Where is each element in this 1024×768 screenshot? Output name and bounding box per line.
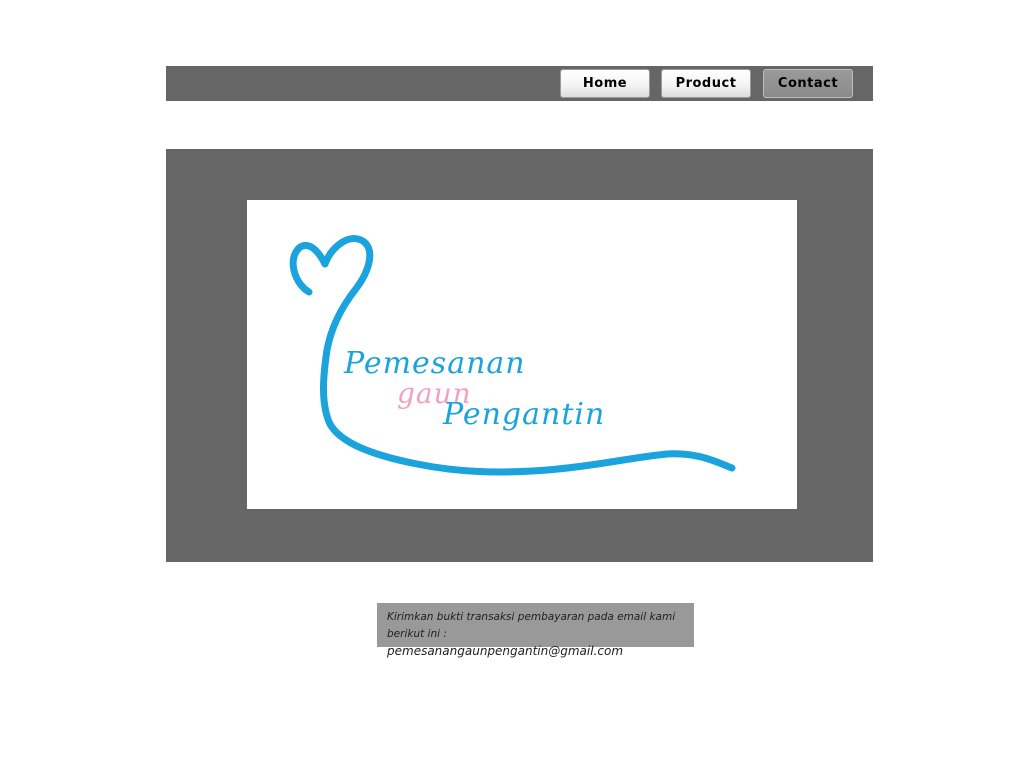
- payment-info-line2: berikut ini : pemesanangaunpengantin@gma…: [387, 626, 684, 661]
- logo-image: Pemesanan gaun Pengantin: [247, 200, 797, 509]
- hero-banner: Pemesanan gaun Pengantin: [166, 149, 873, 562]
- payment-info-prefix: berikut ini :: [387, 628, 447, 640]
- top-navbar: Home Product Contact: [166, 66, 873, 101]
- nav-product-button[interactable]: Product: [661, 69, 751, 98]
- page: Home Product Contact Pemesanan gaun Peng…: [0, 0, 1024, 768]
- contact-email[interactable]: pemesanangaunpengantin@gmail.com: [387, 644, 623, 658]
- payment-info-text: Kirimkan bukti transaksi pembayaran pada…: [387, 611, 676, 623]
- nav-home-button[interactable]: Home: [560, 69, 650, 98]
- payment-info-box: Kirimkan bukti transaksi pembayaran pada…: [377, 603, 694, 658]
- logo-text-line3: Pengantin: [443, 397, 606, 432]
- logo-text-line1: Pemesanan: [344, 346, 526, 381]
- nav-contact-button[interactable]: Contact: [763, 69, 853, 98]
